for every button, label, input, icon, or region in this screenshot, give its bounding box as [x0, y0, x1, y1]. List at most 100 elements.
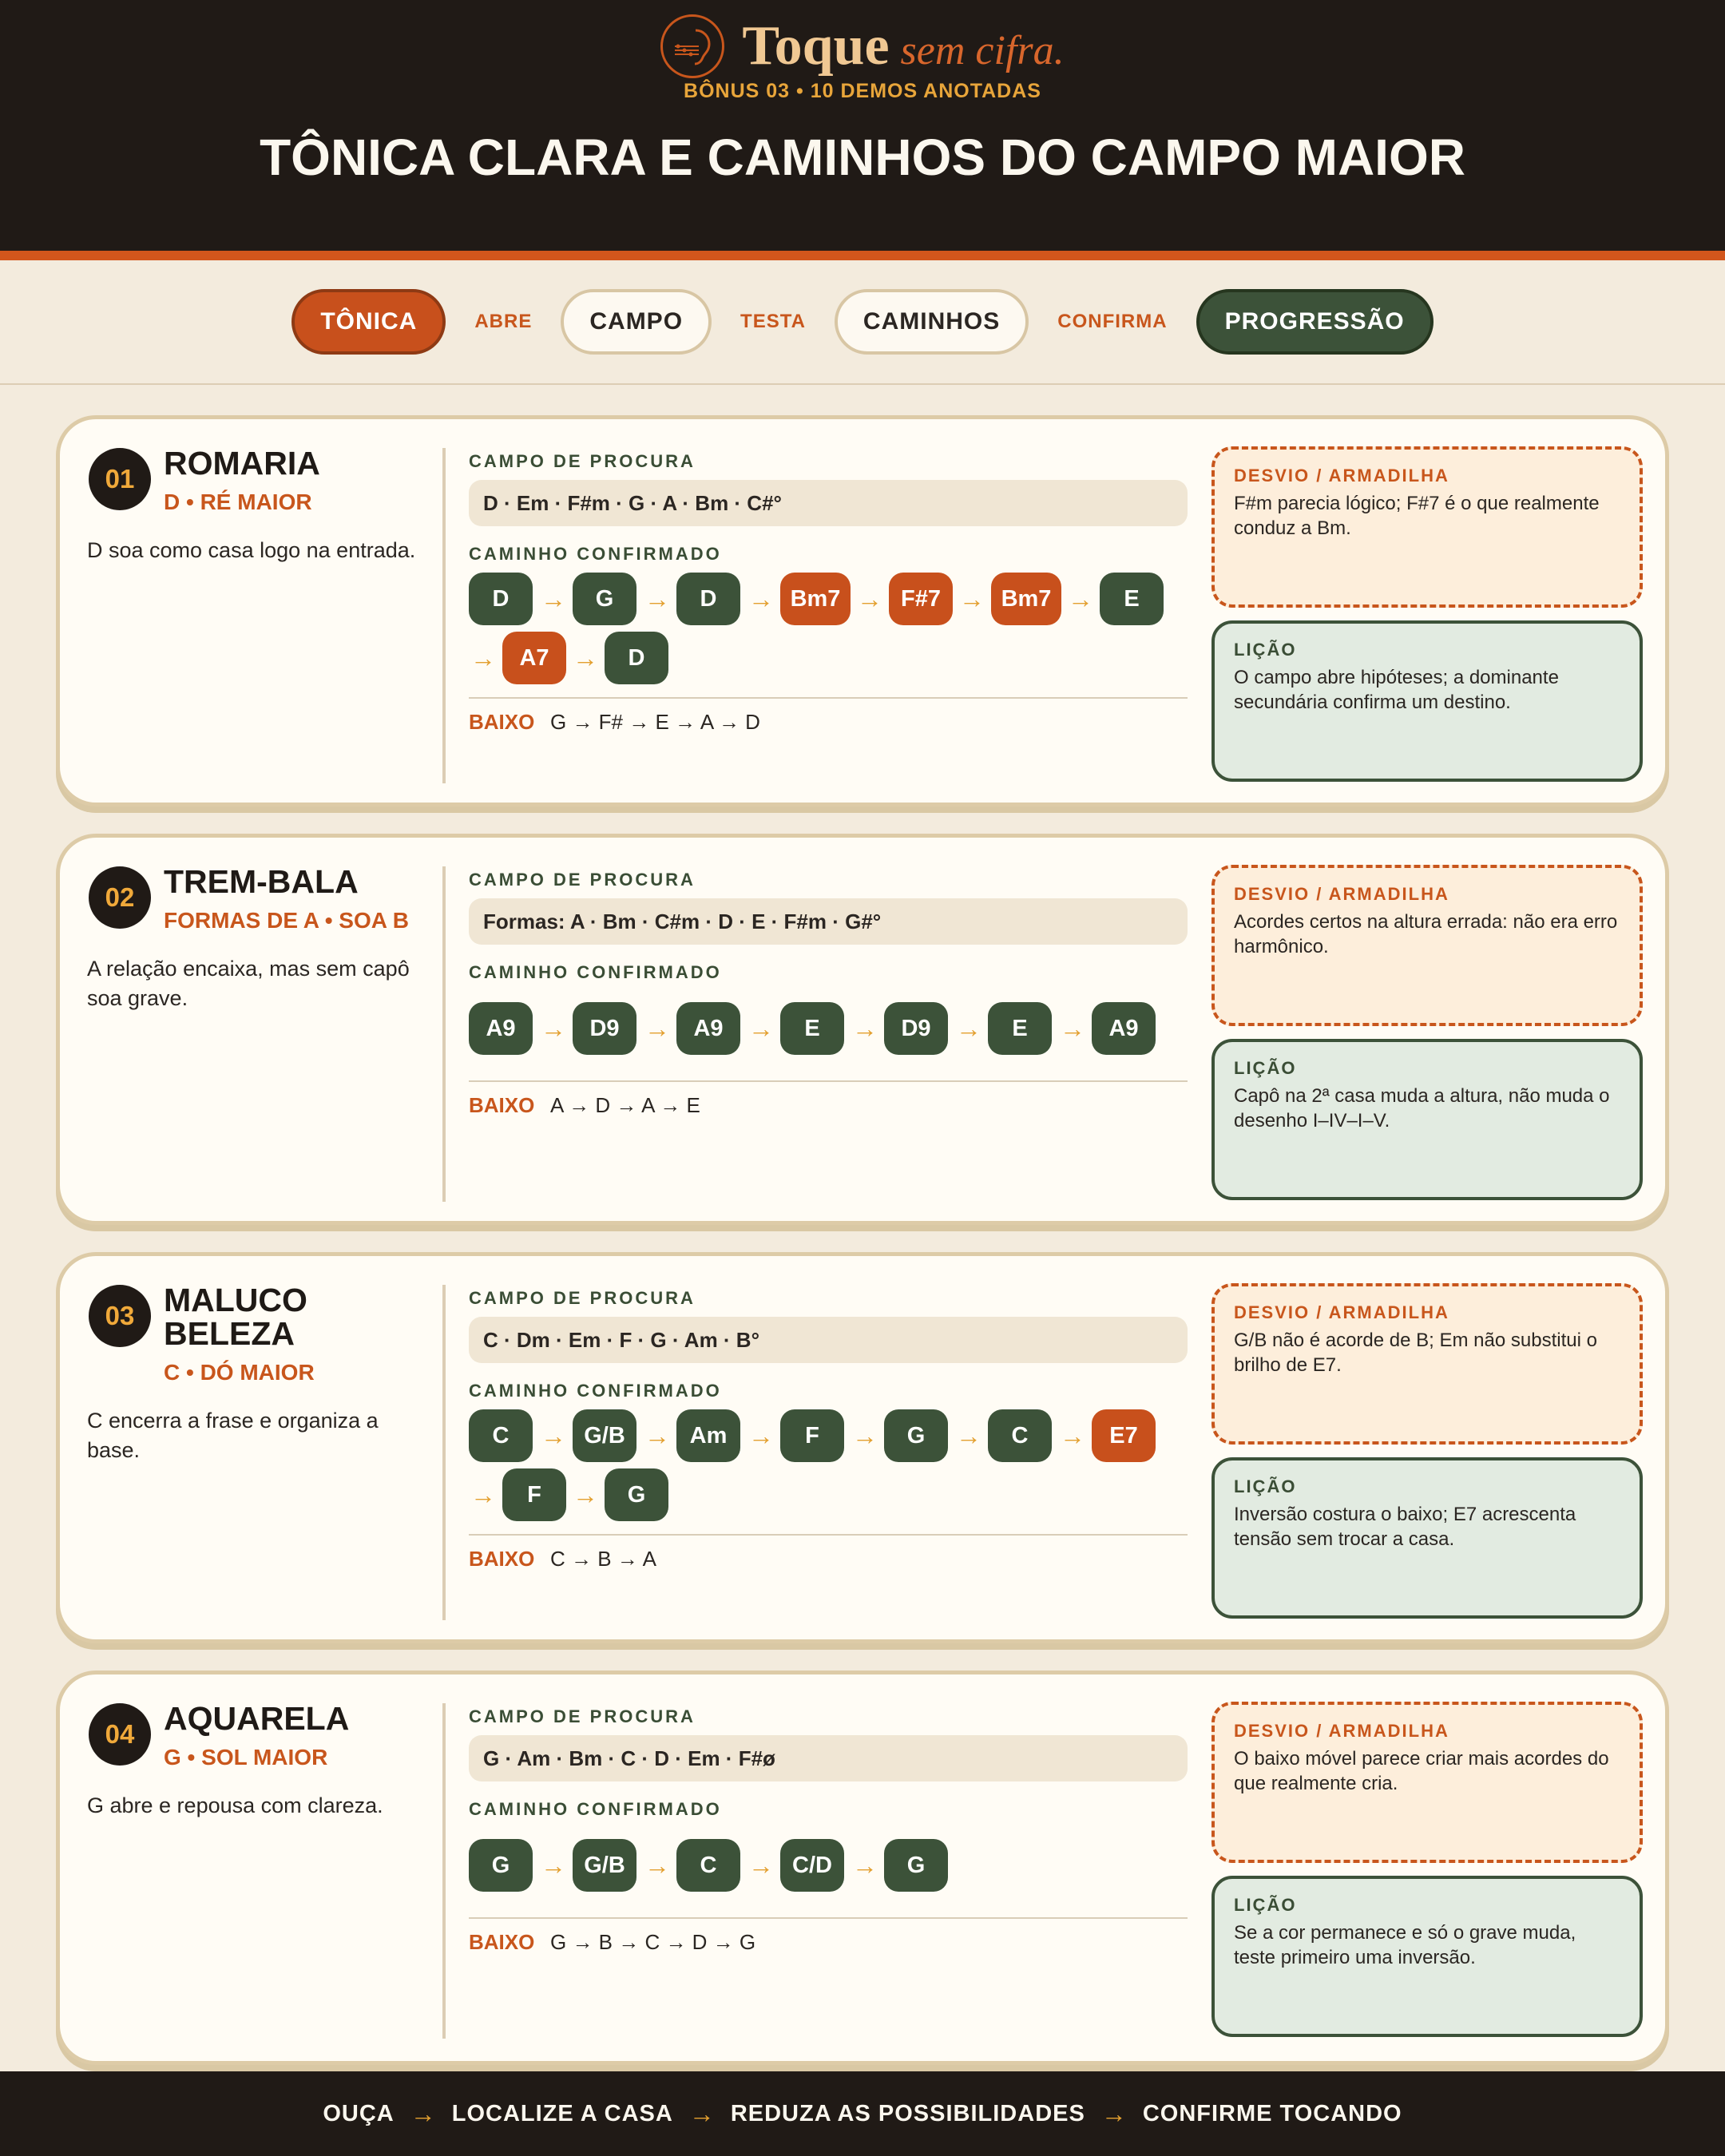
song-title: MALUCO BELEZA [164, 1282, 307, 1352]
lesson-box: LIÇÃO Se a cor permanece e só o grave mu… [1211, 1876, 1643, 2037]
campo-chords: C · Dm · Em · F · G · Am · B° [469, 1317, 1188, 1363]
arrow-icon: → [688, 2099, 715, 2128]
footer-steps: OUÇA → LOCALIZE A CASA → REDUZA AS POSSI… [0, 2071, 1725, 2156]
chord-chip: F#7 [889, 573, 953, 625]
lesson-box: LIÇÃO Capô na 2ª casa muda a altura, não… [1211, 1039, 1643, 1200]
chord-chip: G [884, 1409, 948, 1462]
campo-label: CAMPO DE PROCURA [469, 1706, 696, 1726]
arrow-icon: → [1060, 1421, 1085, 1450]
chord-chip: D [469, 573, 533, 625]
flow-step-caminhos: CAMINHOS [834, 289, 1029, 355]
caminho-label: CAMINHO CONFIRMADO [469, 962, 722, 982]
demo-number: 02 [89, 866, 151, 929]
divider [469, 1917, 1188, 1919]
campo-chords: G · Am · Bm · C · D · Em · F#ø [469, 1735, 1188, 1781]
chord-chip: G [605, 1468, 668, 1521]
arrow-icon: → [959, 584, 985, 613]
demo-number: 03 [89, 1285, 151, 1347]
arrow-icon: → [541, 1421, 566, 1450]
baixo-line: G → F# → E → A → D [550, 710, 760, 734]
song-key: FORMAS DE A • SOA B [164, 908, 409, 933]
arrow-icon: → [573, 643, 598, 672]
arrow-icon: → [410, 2099, 436, 2128]
arrow-icon: → [748, 584, 774, 613]
demo-card-trem-bala: 02 TREM-BALA FORMAS DE A • SOA B A relaç… [56, 834, 1669, 1225]
chord-chip: G [884, 1839, 948, 1892]
trap-box: DESVIO / ARMADILHA G/B não é acorde de B… [1211, 1283, 1643, 1445]
column-divider [442, 448, 446, 783]
lesson-text: O campo abre hipóteses; a dominante secu… [1234, 667, 1559, 713]
arrow-icon: → [541, 584, 566, 613]
demo-card-romaria: 01 ROMARIA D • RÉ MAIOR D soa como casa … [56, 415, 1669, 807]
arrow-icon: → [644, 1421, 670, 1450]
song-key: G • SOL MAIOR [164, 1745, 328, 1770]
footer-step-ouca: OUÇA [323, 2100, 395, 2126]
flow-step-campo: CAMPO [561, 289, 712, 355]
arrow-icon: → [748, 1013, 774, 1043]
lesson-box: LIÇÃO O campo abre hipóteses; a dominant… [1211, 620, 1643, 782]
arrow-icon: → [573, 1480, 598, 1509]
caminho-label: CAMINHO CONFIRMADO [469, 544, 722, 564]
arrow-icon: → [541, 1850, 566, 1880]
arrow-icon: → [956, 1013, 981, 1043]
chord-chip: Am [676, 1409, 740, 1462]
trap-label: DESVIO / ARMADILHA [1234, 1302, 1449, 1322]
song-title: ROMARIA [164, 445, 320, 482]
chord-chip: A7 [502, 632, 566, 684]
arrow-icon: → [748, 1421, 774, 1450]
chord-chip: D9 [573, 1002, 636, 1055]
chord-chip: A9 [676, 1002, 740, 1055]
trap-box: DESVIO / ARMADILHA O baixo móvel parece … [1211, 1702, 1643, 1863]
trap-label: DESVIO / ARMADILHA [1234, 884, 1449, 904]
chord-chip: E7 [1092, 1409, 1156, 1462]
song-description: A relação encaixa, mas sem capô soa grav… [87, 957, 410, 1010]
arrow-icon: → [470, 1480, 496, 1509]
chord-chip: C [469, 1409, 533, 1462]
baixo-label: BAIXO [469, 1093, 535, 1117]
trap-box: DESVIO / ARMADILHA Acordes certos na alt… [1211, 865, 1643, 1026]
chord-chip: D [605, 632, 668, 684]
arrow-icon: → [852, 1850, 878, 1880]
trap-label: DESVIO / ARMADILHA [1234, 1721, 1449, 1741]
lesson-label: LIÇÃO [1234, 640, 1297, 660]
trap-text: F#m parecia lógico; F#7 é o que realment… [1234, 493, 1600, 539]
campo-label: CAMPO DE PROCURA [469, 451, 696, 471]
column-divider [442, 1703, 446, 2039]
demo-card-aquarela: 04 AQUARELA G • SOL MAIOR G abre e repou… [56, 1671, 1669, 2065]
trap-box: DESVIO / ARMADILHA F#m parecia lógico; F… [1211, 446, 1643, 608]
arrow-icon: → [1100, 2099, 1127, 2128]
chord-chip: A9 [1092, 1002, 1156, 1055]
lesson-label: LIÇÃO [1234, 1895, 1297, 1915]
song-description: C encerra a frase e organiza a base. [87, 1409, 379, 1462]
chord-chip: C/D [780, 1839, 844, 1892]
brand-tagline: sem cifra. [900, 28, 1065, 73]
brand-name: Toque [742, 15, 890, 77]
divider [469, 1080, 1188, 1082]
ear-with-strings-icon [660, 14, 725, 78]
eyebrow: BÔNUS 03 • 10 DEMOS ANOTADAS [684, 80, 1041, 102]
brand-logo: Toque sem cifra. [0, 14, 1725, 78]
caminho-label: CAMINHO CONFIRMADO [469, 1799, 722, 1819]
column-divider [442, 1285, 446, 1620]
accent-strip [0, 251, 1725, 260]
arrow-icon: → [470, 643, 496, 672]
arrow-icon: → [1068, 584, 1093, 613]
flow-verb-confirma: CONFIRMA [1057, 311, 1168, 332]
chord-chip: C [676, 1839, 740, 1892]
arrow-icon: → [1060, 1013, 1085, 1043]
trap-text: Acordes certos na altura errada: não era… [1234, 911, 1618, 957]
lesson-text: Capô na 2ª casa muda a altura, não muda … [1234, 1085, 1610, 1132]
arrow-icon: → [956, 1421, 981, 1450]
chord-chip: G [573, 573, 636, 625]
analysis-column: CAMPO DE PROCURA D · Em · F#m · G · A · … [469, 419, 1188, 803]
chord-chip: Bm7 [991, 573, 1061, 625]
song-key: D • RÉ MAIOR [164, 489, 312, 514]
flow-bar: TÔNICA ABRE CAMPO TESTA CAMINHOS CONFIRM… [0, 260, 1725, 385]
header: Toque sem cifra. BÔNUS 03 • 10 DEMOS ANO… [0, 0, 1725, 251]
arrow-icon: → [852, 1013, 878, 1043]
chord-chip: G/B [573, 1839, 636, 1892]
demo-number: 01 [89, 448, 151, 510]
caminho-label: CAMINHO CONFIRMADO [469, 1381, 722, 1401]
flow-step-progressao: PROGRESSÃO [1196, 289, 1434, 355]
campo-chords: Formas: A · Bm · C#m · D · E · F#m · G#° [469, 898, 1188, 945]
